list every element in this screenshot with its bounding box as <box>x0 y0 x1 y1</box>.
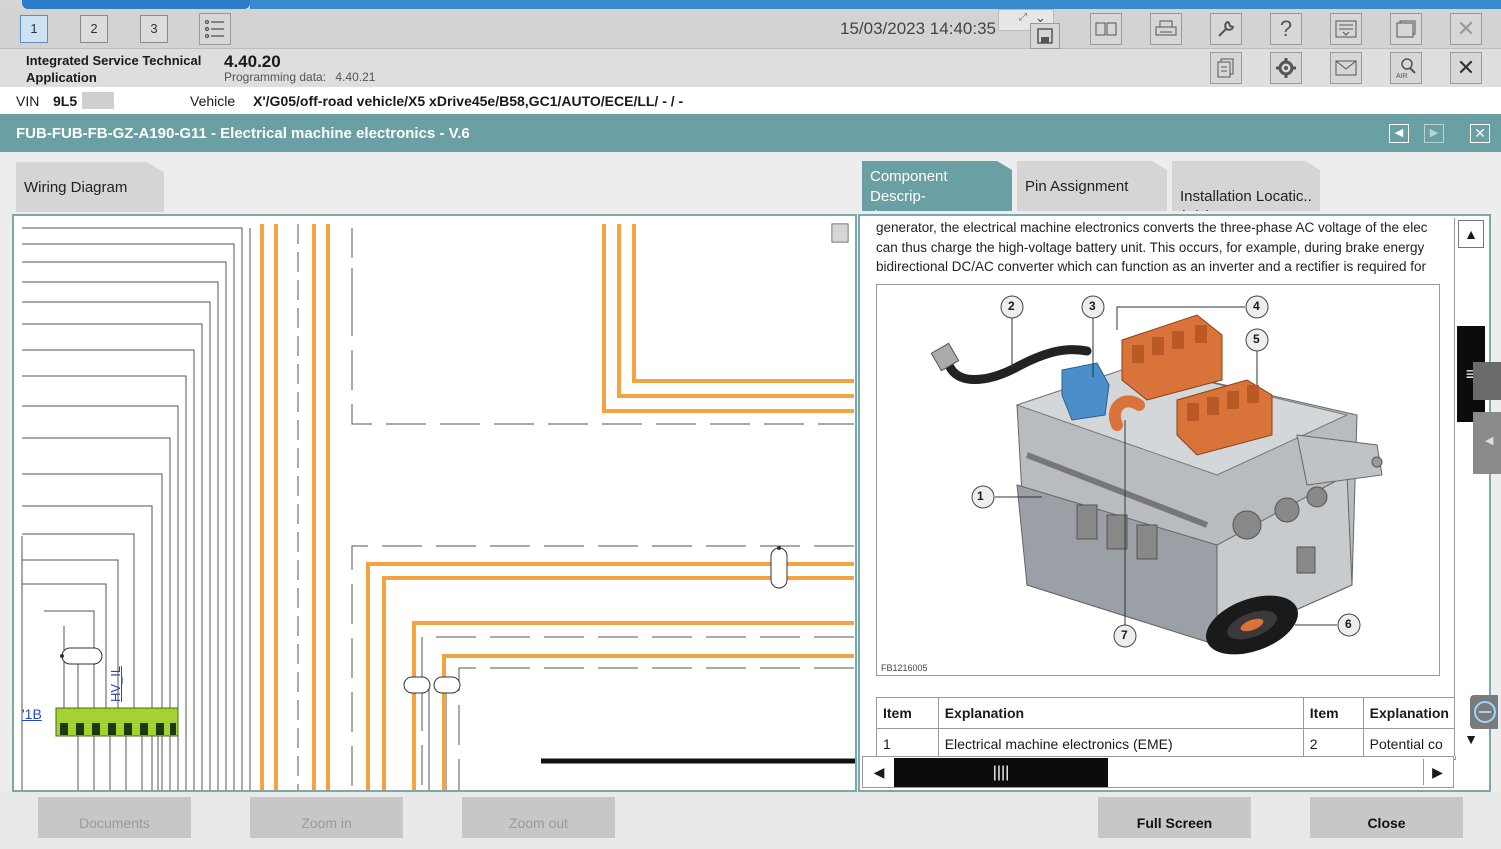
session-tab-1[interactable]: 1 <box>20 15 48 43</box>
vin-label: VIN <box>16 93 40 109</box>
app-name: Integrated Service Technical Application <box>26 53 202 85</box>
scroll-up-icon[interactable]: ▲ <box>1458 220 1484 248</box>
vertical-scrollbar[interactable]: ▲ ≡ ▼ <box>1454 218 1486 756</box>
connector-link-1b[interactable]: '1B <box>22 706 42 722</box>
description-line: can thus charge the high-voltage battery… <box>876 239 1425 255</box>
scroll-right-icon[interactable]: ▶ <box>1423 759 1451 785</box>
app-version: 4.40.20 <box>224 52 281 71</box>
figure-code: FB1216005 <box>881 663 928 673</box>
zoom-out-button[interactable]: Zoom out <box>462 797 615 838</box>
close-icon[interactable]: ✕ <box>1450 13 1482 45</box>
download-list-icon[interactable] <box>1330 13 1362 45</box>
next-icon[interactable]: ▶ <box>1424 124 1444 143</box>
app-header: Integrated Service Technical Application… <box>0 49 1501 87</box>
title-strip <box>250 0 1501 9</box>
side-tool-handle[interactable] <box>1470 695 1498 729</box>
main-toolbar: 1 2 3 15/03/2023 14:40:35 ⤢ ⌄ ? ✕ <box>0 9 1501 49</box>
electrical-machine-illustration <box>930 295 1383 655</box>
column-header: Explanation <box>937 697 1304 729</box>
zoom-in-button[interactable]: Zoom in <box>250 797 403 838</box>
wiring-diagram-canvas[interactable]: '1B HV_IL <box>12 214 857 792</box>
table-cell: Potential co <box>1362 728 1457 760</box>
active-window-indicator <box>22 0 250 9</box>
help-icon[interactable]: ? <box>1270 13 1302 45</box>
callout-7: 7 <box>1121 628 1128 642</box>
table-header-row: Item Explanation Item Explanation <box>876 697 1457 729</box>
compare-icon[interactable] <box>1090 13 1122 45</box>
description-line: bidirectional DC/AC converter which can … <box>876 259 1427 274</box>
tab-component-description[interactable]: Component Descrip- tion <box>862 161 1012 211</box>
column-header: Item <box>876 697 939 729</box>
session-tab-2[interactable]: 2 <box>80 15 108 43</box>
datetime-display: 15/03/2023 14:40:35 <box>840 19 996 38</box>
wiring-diagram <box>21 223 855 790</box>
close-document-icon[interactable]: ✕ <box>1470 124 1490 143</box>
table-cell: 2 <box>1302 728 1364 760</box>
callout-1: 1 <box>977 489 984 503</box>
tab-pin-assignment-label: Pin Assignment <box>1025 178 1129 195</box>
session-tab-3[interactable]: 3 <box>140 15 168 43</box>
programming-data-label: Programming data: <box>224 70 327 84</box>
callout-6: 6 <box>1345 617 1352 631</box>
wrench-icon[interactable] <box>1210 13 1242 45</box>
chevron-left-icon: ◀ <box>1485 435 1494 447</box>
document-title-bar: FUB-FUB-FB-GZ-A190-G11 - Electrical mach… <box>0 114 1501 152</box>
scroll-left-icon[interactable]: ◀ <box>865 759 893 785</box>
component-description-pane: generator, the electrical machine electr… <box>858 214 1491 792</box>
horizontal-scroll-thumb[interactable]: |||| <box>894 758 1108 787</box>
document-title: FUB-FUB-FB-GZ-A190-G11 - Electrical mach… <box>16 125 470 142</box>
callout-3: 3 <box>1089 299 1096 313</box>
programming-data-value: 4.40.21 <box>335 70 376 84</box>
tab-installation-location[interactable]: Installation Locatic.. (1/2) <box>1172 161 1320 211</box>
vehicle-label: Vehicle <box>190 93 236 109</box>
full-screen-button[interactable]: Full Screen <box>1098 797 1251 838</box>
programming-data: Programming data: 4.40.21 <box>224 70 375 84</box>
item-explanation-table: Item Explanation Item Explanation 1 Elec… <box>876 697 1457 760</box>
table-cell: Electrical machine electronics (EME) <box>937 728 1304 760</box>
description-text: generator, the electrical machine electr… <box>876 218 1456 277</box>
tab-wiring-diagram[interactable]: Wiring Diagram <box>16 162 164 212</box>
svg-text:AIR: AIR <box>1396 73 1408 80</box>
previous-icon[interactable]: ◀ <box>1389 124 1409 143</box>
resize-horizontal-icon <box>1474 701 1496 723</box>
callout-5: 5 <box>1253 332 1260 346</box>
documents-button[interactable]: Documents <box>38 797 191 838</box>
callout-4: 4 <box>1253 299 1260 313</box>
tab-pin-assignment[interactable]: Pin Assignment <box>1017 161 1167 211</box>
print-icon[interactable] <box>1150 13 1182 45</box>
vin-redaction <box>82 92 114 109</box>
side-collapse-handle[interactable]: ◀ <box>1473 412 1501 474</box>
gear-icon[interactable] <box>1270 52 1302 84</box>
tab-wiring-diagram-label: Wiring Diagram <box>24 179 128 196</box>
scroll-down-icon[interactable]: ▼ <box>1458 726 1484 754</box>
vehicle-value: X'/G05/off-road vehicle/X5 xDrive45e/B58… <box>253 93 684 109</box>
column-header: Item <box>1302 697 1364 729</box>
side-panel-handle[interactable] <box>1473 362 1501 400</box>
air-search-icon[interactable]: AIR <box>1390 52 1422 84</box>
callout-2: 2 <box>1008 299 1015 313</box>
table-cell: 1 <box>876 728 939 760</box>
window-icon[interactable] <box>1390 13 1422 45</box>
close-app-icon[interactable]: ✕ <box>1450 52 1482 84</box>
column-header: Explanation <box>1362 697 1457 729</box>
expand-icon: ⤢ <box>1019 12 1027 23</box>
document-icon[interactable] <box>1210 52 1242 84</box>
mail-icon[interactable] <box>1330 52 1362 84</box>
description-line: generator, the electrical machine electr… <box>876 220 1428 235</box>
list-icon[interactable] <box>199 13 231 45</box>
component-figure: 1 2 3 4 5 6 7 FB1216005 <box>876 284 1440 676</box>
hv-il-link[interactable]: HV_IL <box>108 666 123 702</box>
save-icon[interactable] <box>1030 23 1060 49</box>
window-top-strip <box>0 0 1501 9</box>
vehicle-info-row: VIN 9L5 Vehicle X'/G05/off-road vehicle/… <box>0 87 1501 114</box>
horizontal-scrollbar[interactable]: ◀ |||| ▶ <box>862 756 1454 788</box>
close-button[interactable]: Close <box>1310 797 1463 838</box>
table-row: 1 Electrical machine electronics (EME) 2… <box>876 728 1457 760</box>
vin-value: 9L5 <box>53 93 78 109</box>
